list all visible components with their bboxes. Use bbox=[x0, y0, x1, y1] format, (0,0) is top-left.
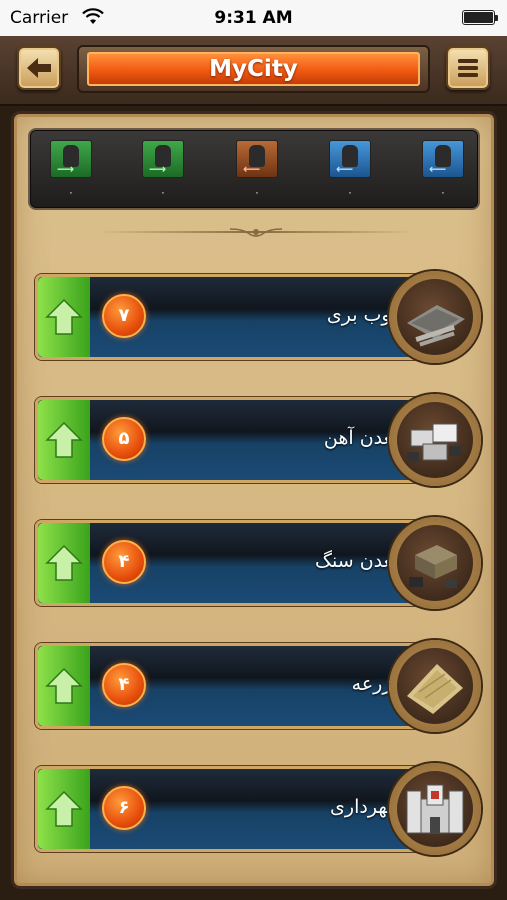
building-row-lumber-mill[interactable]: ۷ چوب بری bbox=[35, 271, 481, 363]
building-image-frame bbox=[389, 394, 481, 486]
building-row-farm[interactable]: ۴ مزرعه bbox=[35, 640, 481, 732]
troop-movements-bar: ⟶ ۰ ⟶ ۰ ⟵ ۰ ⟵ ۰ ⟵ ۰ bbox=[28, 128, 480, 210]
arrow-up-icon bbox=[45, 790, 83, 827]
building-row-iron-mine[interactable]: ۵ معدن آهن bbox=[35, 394, 481, 486]
level-badge: ۴ bbox=[102, 540, 146, 584]
header-bar: MyCity bbox=[0, 36, 507, 106]
clock: 9:31 AM bbox=[214, 8, 293, 28]
title-frame: MyCity bbox=[79, 47, 428, 91]
building-image-frame bbox=[389, 517, 481, 609]
arrow-up-icon bbox=[45, 421, 83, 458]
lumber-mill-icon bbox=[397, 279, 473, 355]
arrow-up-icon bbox=[45, 667, 83, 704]
troop-count: ۰ bbox=[440, 186, 446, 199]
blue-incoming-soldier-icon: ⟵ bbox=[329, 140, 371, 178]
troop-slot[interactable]: ⟵ ۰ bbox=[329, 140, 371, 199]
battery-icon bbox=[462, 10, 498, 25]
level-badge: ۴ bbox=[102, 663, 146, 707]
troop-count: ۰ bbox=[160, 186, 166, 199]
troop-count: ۰ bbox=[68, 186, 74, 199]
upgrade-button[interactable] bbox=[38, 769, 90, 849]
green-outbound-soldier-icon: ⟶ bbox=[142, 140, 184, 178]
troop-slot[interactable]: ⟵ ۰ bbox=[422, 140, 464, 199]
troop-count: ۰ bbox=[347, 186, 353, 199]
level-badge: ۷ bbox=[102, 294, 146, 338]
level-badge: ۵ bbox=[102, 417, 146, 461]
back-button[interactable] bbox=[17, 46, 61, 90]
building-image-frame bbox=[389, 763, 481, 855]
troop-slot[interactable]: ⟶ ۰ bbox=[50, 140, 92, 199]
building-image-frame bbox=[389, 271, 481, 363]
page-title: MyCity bbox=[87, 52, 420, 86]
upgrade-button[interactable] bbox=[38, 400, 90, 480]
level-badge: ۶ bbox=[102, 786, 146, 830]
hamburger-menu-icon bbox=[458, 59, 478, 77]
building-row-town-hall[interactable]: ۶ شهرداری bbox=[35, 763, 481, 855]
town-hall-icon bbox=[397, 771, 473, 847]
farm-icon bbox=[397, 648, 473, 724]
upgrade-button[interactable] bbox=[38, 646, 90, 726]
blue-incoming-soldier-icon: ⟵ bbox=[422, 140, 464, 178]
troop-slot[interactable]: ⟶ ۰ bbox=[142, 140, 184, 199]
building-row-stone-mine[interactable]: ۴ معدن سنگ bbox=[35, 517, 481, 609]
upgrade-button[interactable] bbox=[38, 277, 90, 357]
status-bar: Carrier 9:31 AM bbox=[0, 0, 507, 36]
arrow-left-icon bbox=[27, 58, 51, 78]
ornament-icon bbox=[229, 228, 283, 237]
arrow-up-icon bbox=[45, 298, 83, 335]
upgrade-button[interactable] bbox=[38, 523, 90, 603]
orange-incoming-soldier-icon: ⟵ bbox=[236, 140, 278, 178]
building-image-frame bbox=[389, 640, 481, 732]
troop-slot[interactable]: ⟵ ۰ bbox=[236, 140, 278, 199]
green-outbound-soldier-icon: ⟶ bbox=[50, 140, 92, 178]
iron-mine-icon bbox=[397, 402, 473, 478]
main-panel: ⟶ ۰ ⟶ ۰ ⟵ ۰ ⟵ ۰ ⟵ ۰ ۷ چوب بری ۵ معدن آهن… bbox=[14, 114, 494, 886]
menu-button[interactable] bbox=[446, 46, 490, 90]
troop-count: ۰ bbox=[254, 186, 260, 199]
arrow-up-icon bbox=[45, 544, 83, 581]
stone-mine-icon bbox=[397, 525, 473, 601]
